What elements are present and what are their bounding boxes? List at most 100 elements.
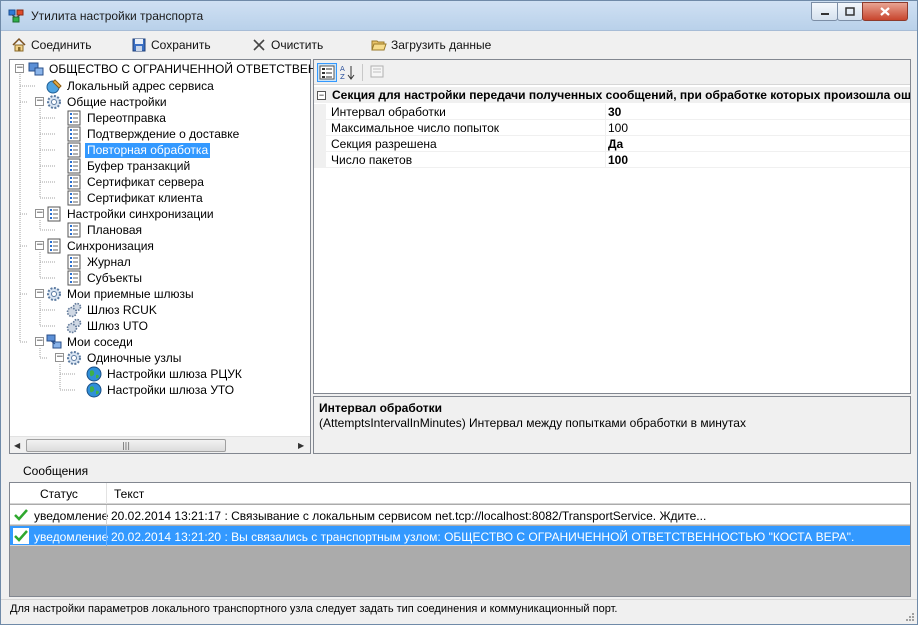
- column-header-text[interactable]: Текст: [114, 487, 144, 501]
- form-icon: [67, 270, 81, 286]
- tree-node-reprocessing[interactable]: Повторная обработка: [66, 142, 211, 158]
- tree-node-label: Мои приемные шлюзы: [67, 286, 194, 301]
- message-status: уведомление: [34, 509, 109, 523]
- message-status: уведомление: [34, 530, 109, 544]
- alphabetical-button[interactable]: A Z: [338, 63, 358, 82]
- tree-collapse-toggle[interactable]: −: [35, 289, 44, 298]
- property-description: Интервал обработки (AttemptsIntervalInMi…: [313, 396, 911, 454]
- messages-label: Сообщения: [23, 464, 89, 478]
- gear-icon: [67, 351, 81, 365]
- tree-node-sync[interactable]: Синхронизация: [46, 238, 156, 254]
- message-text: 20.02.2014 13:21:17 : Связывание с локал…: [111, 509, 707, 523]
- resize-grip-icon[interactable]: [904, 611, 914, 621]
- tree-node-gateway-uto[interactable]: Шлюз UTO: [66, 318, 150, 334]
- tree-node-my-neighbors[interactable]: Мои соседи: [46, 334, 135, 350]
- tree-collapse-toggle[interactable]: −: [35, 209, 44, 218]
- window-title: Утилита настройки транспорта: [31, 9, 204, 23]
- property-value[interactable]: Да: [605, 136, 910, 152]
- save-button[interactable]: Сохранить: [131, 35, 211, 55]
- category-collapse-toggle[interactable]: −: [317, 90, 326, 100]
- property-row[interactable]: Интервал обработки 30: [314, 104, 910, 120]
- property-value[interactable]: 100: [605, 152, 910, 168]
- app-icon: [8, 9, 24, 23]
- gear-icon: [47, 95, 61, 109]
- property-grid-toolbar: A Z: [314, 60, 910, 85]
- tree-node-label: Настройки шлюза УТО: [107, 382, 235, 397]
- tree-node-resend[interactable]: Переотправка: [66, 110, 168, 126]
- tree-node-local-address[interactable]: Локальный адрес сервиса: [46, 78, 216, 94]
- description-title: Интервал обработки: [319, 401, 443, 415]
- property-category-label: Секция для настройки передачи полученных…: [332, 88, 910, 102]
- x-icon: [253, 39, 265, 51]
- column-header-status[interactable]: Статус: [40, 487, 78, 501]
- tree-node-label: Подтверждение о доставке: [87, 126, 240, 141]
- tree-collapse-toggle[interactable]: −: [55, 353, 64, 362]
- tree-node-transaction-buffer[interactable]: Буфер транзакций: [66, 158, 192, 174]
- open-folder-icon: [371, 40, 387, 51]
- scroll-thumb[interactable]: |||: [26, 439, 226, 452]
- message-text: 20.02.2014 13:21:20 : Вы связались с тра…: [111, 530, 855, 544]
- gears-icon: [66, 318, 82, 334]
- tree-node-client-certificate[interactable]: Сертификат клиента: [66, 190, 205, 206]
- status-text: Для настройки параметров локального тран…: [10, 603, 618, 615]
- property-row[interactable]: Число пакетов 100: [314, 152, 910, 168]
- minimize-icon: [820, 12, 829, 15]
- messages-header: Статус Текст: [10, 483, 910, 504]
- title-bar[interactable]: Утилита настройки транспорта: [1, 1, 917, 31]
- scroll-right-arrow-icon[interactable]: ▶: [298, 441, 304, 450]
- maximize-button[interactable]: [837, 2, 863, 21]
- messages-grid[interactable]: Статус Текст уведомление 20.02.2014 13:2…: [9, 482, 911, 597]
- tree-node-gateway-rcuk[interactable]: Шлюз RCUK: [66, 302, 159, 318]
- property-value[interactable]: 100: [605, 120, 910, 136]
- tree-collapse-toggle[interactable]: −: [35, 97, 44, 106]
- main-toolbar: Соединить Сохранить Очистить Загрузить д…: [1, 32, 917, 57]
- tree-node-gateway-settings-uto[interactable]: Настройки шлюза УТО: [86, 382, 236, 398]
- tree-node-server-certificate[interactable]: Сертификат сервера: [66, 174, 206, 190]
- network-icon: [46, 334, 62, 349]
- tree-node-journal[interactable]: Журнал: [66, 254, 133, 270]
- property-name: Число пакетов: [331, 153, 413, 167]
- categorized-button[interactable]: [317, 63, 337, 82]
- tree-collapse-toggle[interactable]: −: [35, 241, 44, 250]
- tree-collapse-toggle[interactable]: −: [15, 64, 24, 73]
- property-category[interactable]: − Секция для настройки передачи полученн…: [314, 87, 910, 103]
- clear-label: Очистить: [271, 38, 324, 52]
- form-icon: [47, 206, 61, 222]
- property-value[interactable]: 30: [605, 104, 910, 120]
- form-icon: [67, 126, 81, 142]
- property-row[interactable]: Максимальное число попыток 100: [314, 120, 910, 136]
- connect-button[interactable]: Соединить: [11, 35, 92, 55]
- tree-node-root[interactable]: ОБЩЕСТВО С ОГРАНИЧЕННОЙ ОТВЕТСТВЕННО: [28, 61, 337, 77]
- tree-horizontal-scrollbar[interactable]: ◀ ||| ▶: [10, 436, 310, 453]
- floppy-disk-icon: [132, 38, 146, 52]
- tree-node-label: Шлюз UTO: [87, 318, 148, 333]
- tree-node-general-settings[interactable]: Общие настройки: [46, 94, 169, 110]
- minimize-button[interactable]: [811, 2, 838, 21]
- tree-node-gateway-settings-rcuk[interactable]: Настройки шлюза РЦУК: [86, 366, 244, 382]
- tree-node-label: Настройки шлюза РЦУК: [107, 366, 242, 381]
- tree-node-single-nodes[interactable]: Одиночные узлы: [66, 350, 183, 366]
- close-button[interactable]: [862, 2, 908, 21]
- tree-node-label: Сертификат сервера: [87, 174, 204, 189]
- globe-icon: [86, 366, 102, 382]
- tree-node-scheduled[interactable]: Плановая: [66, 222, 144, 238]
- tree-node-my-gateways[interactable]: Мои приемные шлюзы: [46, 286, 196, 302]
- scroll-left-arrow-icon[interactable]: ◀: [14, 441, 20, 450]
- check-icon: [13, 528, 29, 544]
- form-icon: [67, 158, 81, 174]
- message-row[interactable]: уведомление 20.02.2014 13:21:20 : Вы свя…: [10, 526, 910, 546]
- property-grid[interactable]: A Z − Секция для настройки передачи полу…: [313, 59, 911, 394]
- tree-node-label: Сертификат клиента: [87, 190, 203, 205]
- tree-node-delivery-confirmation[interactable]: Подтверждение о доставке: [66, 126, 241, 142]
- load-data-button[interactable]: Загрузить данные: [371, 35, 491, 55]
- tree-node-label: Буфер транзакций: [87, 158, 191, 173]
- message-row[interactable]: уведомление 20.02.2014 13:21:17 : Связыв…: [10, 505, 910, 525]
- property-pages-button[interactable]: [368, 63, 388, 82]
- clear-button[interactable]: Очистить: [251, 35, 323, 55]
- tree-node-subjects[interactable]: Субъекты: [66, 270, 144, 286]
- tree-node-label: Субъекты: [87, 270, 142, 285]
- tree-view[interactable]: − − − − − − − ОБЩЕСТВО С ОГРАНИЧЕННОЙ ОТ…: [9, 59, 335, 454]
- property-row[interactable]: Секция разрешена Да: [314, 136, 910, 152]
- tree-node-sync-settings[interactable]: Настройки синхронизации: [46, 206, 216, 222]
- tree-collapse-toggle[interactable]: −: [35, 337, 44, 346]
